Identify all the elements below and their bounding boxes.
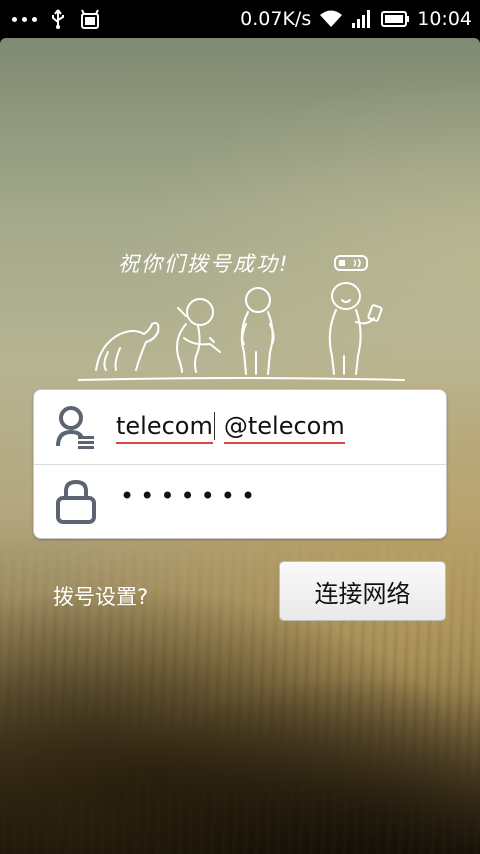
network-speed: 0.07K/s (240, 8, 312, 30)
status-bar-right: 0.07K/s 10:04 (240, 0, 472, 38)
mobile-phone-icon (334, 255, 368, 271)
user-icon (56, 406, 94, 449)
debug-icon (81, 9, 99, 29)
username-domain: @telecom (223, 412, 345, 444)
evolution-illustration: 祝你们拨号成功! (78, 238, 408, 388)
password-row[interactable]: ••••••• (34, 464, 446, 538)
evolution-figures (78, 282, 405, 381)
signal-icon (352, 10, 371, 28)
status-bar-left (0, 8, 101, 30)
username-row[interactable]: telecom @telecom (34, 390, 446, 465)
clock: 10:04 (417, 8, 472, 30)
lock-icon (56, 479, 96, 524)
text-cursor (213, 412, 215, 440)
battery-icon (381, 11, 410, 27)
password-input[interactable]: ••••••• (120, 482, 261, 510)
phone-screen: 0.07K/s 10:04 祝你们拨号成功! telecom @telecom … (0, 0, 480, 854)
wifi-icon (320, 10, 343, 27)
login-card: telecom @telecom ••••••• (33, 389, 447, 539)
connect-network-button[interactable]: 连接网络 (279, 561, 446, 621)
more-dots-icon (12, 16, 37, 22)
status-bar: 0.07K/s 10:04 (0, 0, 480, 38)
username-input[interactable]: telecom @telecom (116, 412, 345, 444)
slogan-text: 祝你们拨号成功! (118, 252, 290, 276)
usb-icon (52, 9, 64, 29)
username-text: telecom (116, 412, 213, 444)
dial-settings-link[interactable]: 拨号设置? (53, 581, 148, 611)
